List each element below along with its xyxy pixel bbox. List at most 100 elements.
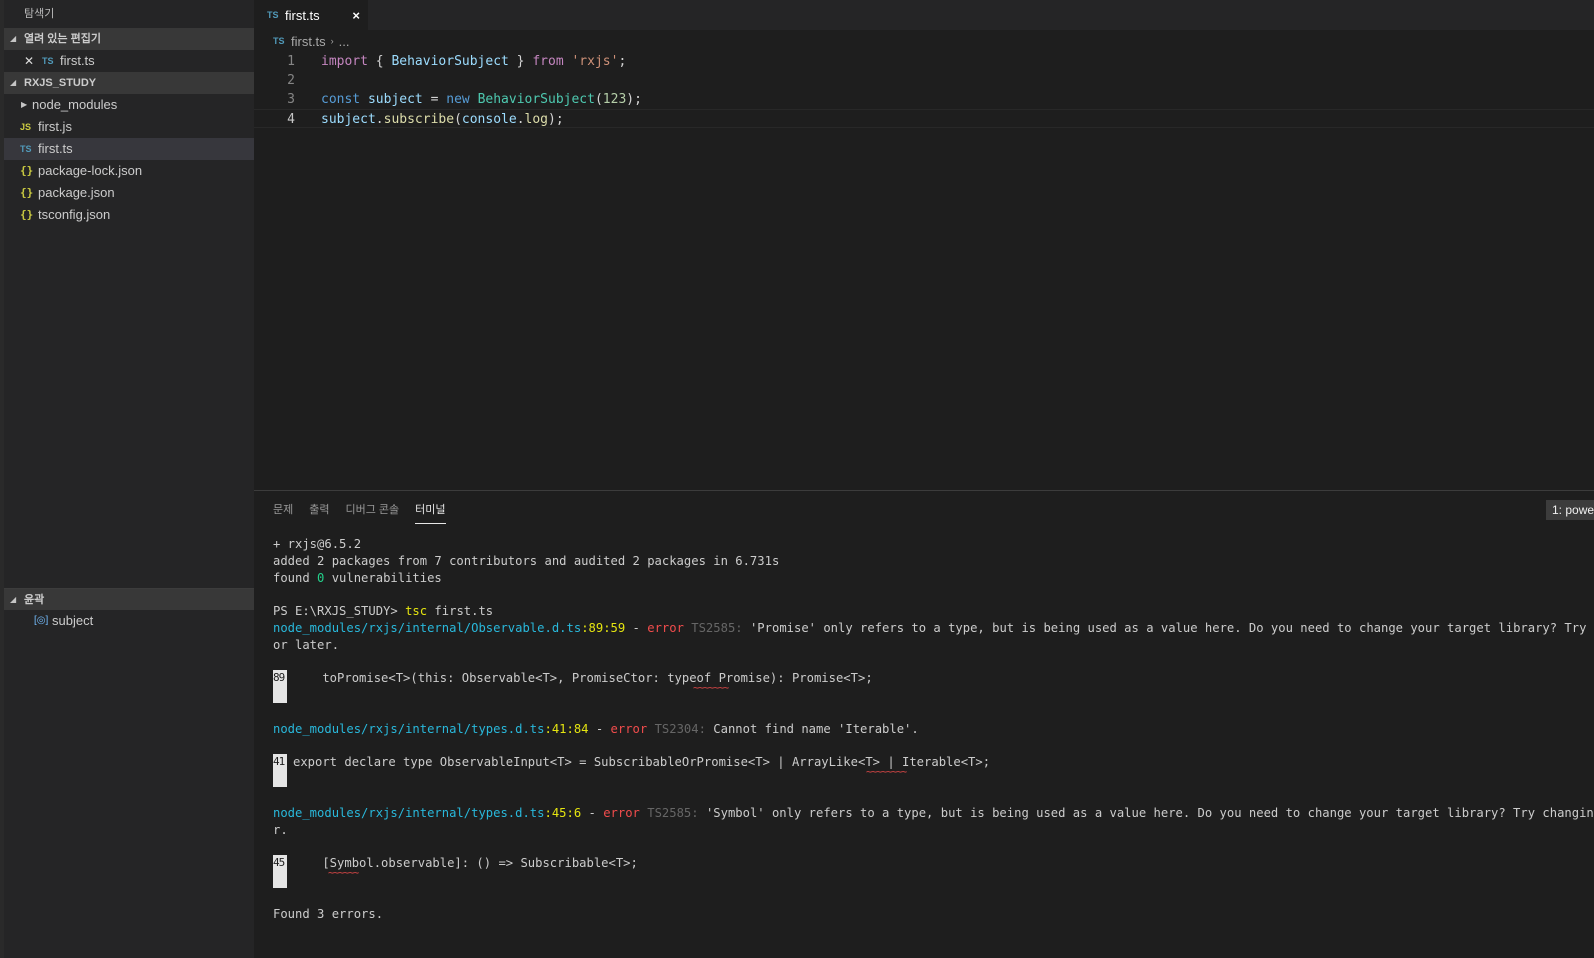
terminal-error-line: node_modules/rxjs/internal/types.d.ts:45… — [273, 805, 1594, 822]
terminal-blank — [273, 654, 1594, 671]
tree-item-package-lock-json[interactable]: {} package-lock.json — [4, 160, 254, 182]
error-code: TS2585: — [683, 620, 750, 635]
chevron-down-icon: ◢ — [10, 78, 17, 87]
typescript-file-icon: TS — [267, 10, 279, 20]
code-line: 3 const subject = new BehaviorSubject(12… — [254, 90, 1594, 109]
error-message: 'Promise' only refers to a type, but is … — [749, 620, 1594, 635]
terminal-blank — [273, 738, 1594, 755]
bottom-panel: 문제 출력 디버그 콘솔 터미널 1: powe + rxjs@6.5.2 ad… — [254, 490, 1594, 958]
tab-problems[interactable]: 문제 — [273, 495, 293, 523]
token: const — [321, 92, 361, 107]
line-number: 2 — [287, 73, 295, 88]
error-message: 'Symbol' only refers to a type, but is b… — [705, 805, 1594, 820]
terminal-text: - — [581, 805, 604, 820]
terminal-output[interactable]: + rxjs@6.5.2 added 2 packages from 7 con… — [254, 527, 1594, 922]
breadcrumb: TS first.ts › ... — [254, 30, 1594, 52]
terminal-error-line: node_modules/rxjs/internal/Observable.d.… — [273, 620, 1594, 637]
terminal-blank — [273, 704, 1594, 721]
token: subject — [321, 112, 376, 127]
json-file-icon: {} — [20, 208, 34, 221]
error-path: node_modules/rxjs/internal/types.d.ts — [273, 721, 545, 736]
terminal-selector[interactable]: 1: powe — [1546, 500, 1594, 520]
outline-header[interactable]: ◢ 윤곽 — [4, 588, 254, 610]
tab-output[interactable]: 출력 — [309, 495, 329, 523]
project-folder-header[interactable]: ◢ RXJS_STUDY — [4, 72, 254, 94]
breadcrumb-file[interactable]: first.ts — [291, 34, 326, 49]
error-level: error — [603, 805, 640, 820]
error-squiggle: ~~~~~~~ — [693, 683, 729, 695]
token: ); — [626, 92, 642, 107]
line-number: 3 — [287, 92, 295, 107]
tree-item-tsconfig-json[interactable]: {} tsconfig.json — [4, 204, 254, 226]
tree-item-label: package.json — [38, 185, 115, 200]
terminal-text: first.ts — [427, 604, 494, 619]
error-code: TS2304: — [647, 721, 714, 736]
json-file-icon: {} — [20, 164, 34, 177]
tab-first-ts[interactable]: TS first.ts × — [254, 0, 368, 30]
tree-item-node-modules[interactable]: ▶ node_modules — [4, 94, 254, 116]
chevron-down-icon: ◢ — [10, 34, 17, 43]
chevron-right-icon: › — [330, 36, 334, 46]
close-icon[interactable]: ✕ — [24, 50, 34, 72]
javascript-file-icon: JS — [20, 122, 32, 132]
explorer-title: 탐색기 — [24, 8, 55, 20]
error-squiggle: ~~~~~~~~ — [866, 767, 907, 779]
tab-terminal[interactable]: 터미널 — [415, 495, 446, 524]
error-path: node_modules/rxjs/internal/Observable.d.… — [273, 620, 582, 635]
typescript-file-icon: TS — [20, 144, 32, 154]
token: subject — [360, 92, 423, 107]
terminal-text: found — [273, 570, 318, 585]
token: = — [422, 92, 447, 107]
breadcrumb-more[interactable]: ... — [339, 34, 350, 49]
token: ( — [594, 92, 603, 107]
line-content: const subject = new BehaviorSubject(123)… — [295, 90, 642, 109]
line-content: subject.subscribe(console.log); — [295, 110, 564, 127]
code-line-current: 4 subject.subscribe(console.log); — [254, 109, 1594, 128]
snippet-line-number: 41 — [273, 754, 287, 788]
error-code: TS2585: — [639, 805, 706, 820]
token: BehaviorSubject — [477, 92, 595, 107]
tree-item-first-js[interactable]: JS first.js — [4, 116, 254, 138]
tree-item-package-json[interactable]: {} package.json — [4, 182, 254, 204]
outline-item-subject[interactable]: [◎] subject — [4, 610, 254, 632]
project-folder-label: RXJS_STUDY — [24, 77, 97, 89]
tree-item-label: package-lock.json — [38, 163, 143, 178]
token: from — [532, 54, 564, 69]
token: { — [367, 54, 392, 69]
tab-label: first.ts — [285, 7, 320, 23]
tree-item-first-ts[interactable]: TS first.ts — [4, 138, 254, 160]
terminal-blank — [273, 838, 1594, 855]
error-level: error — [610, 721, 648, 736]
token: ( — [454, 112, 462, 127]
outline-item-label: subject — [52, 613, 94, 628]
tab-debug-console[interactable]: 디버그 콘솔 — [346, 495, 400, 523]
terminal-blank — [273, 586, 1594, 603]
outline-label: 윤곽 — [24, 593, 45, 606]
token: } — [508, 54, 533, 69]
code-editor[interactable]: 1 import { BehaviorSubject } from 'rxjs'… — [254, 52, 1594, 128]
snippet-line-number: 45 — [273, 855, 287, 889]
error-snippet: 89 toPromise<T>(this: Observable<T>, Pro… — [273, 670, 1594, 704]
chevron-down-icon: ◢ — [10, 594, 17, 604]
token: console — [461, 112, 517, 127]
line-number: 1 — [287, 54, 295, 69]
token: . — [375, 112, 384, 127]
terminal-line: + rxjs@6.5.2 — [273, 537, 362, 551]
open-editors-header[interactable]: ◢ 열려 있는 편집기 — [4, 28, 254, 50]
terminal-blank — [273, 788, 1594, 805]
open-editor-item-first-ts[interactable]: ✕ TS first.ts — [4, 50, 254, 72]
token: log — [524, 112, 549, 127]
explorer-sidebar: 탐색기 ◢ 열려 있는 편집기 ✕ TS first.ts ◢ RXJS_STU… — [4, 0, 254, 958]
close-icon[interactable]: × — [352, 8, 360, 23]
terminal-text: - — [625, 620, 648, 635]
tree-item-label: node_modules — [32, 97, 118, 112]
terminal-line: or later. — [273, 637, 340, 652]
terminal-line: PS E:\RXJS_STUDY> tsc first.ts — [273, 603, 1594, 620]
error-path: node_modules/rxjs/internal/types.d.ts — [273, 805, 545, 820]
terminal-summary: Found 3 errors. — [273, 906, 384, 921]
tree-item-label: first.js — [38, 119, 72, 134]
line-content: import { BehaviorSubject } from 'rxjs'; — [295, 52, 626, 71]
terminal-line: added 2 packages from 7 contributors and… — [273, 553, 780, 568]
terminal-blank — [273, 889, 1594, 906]
